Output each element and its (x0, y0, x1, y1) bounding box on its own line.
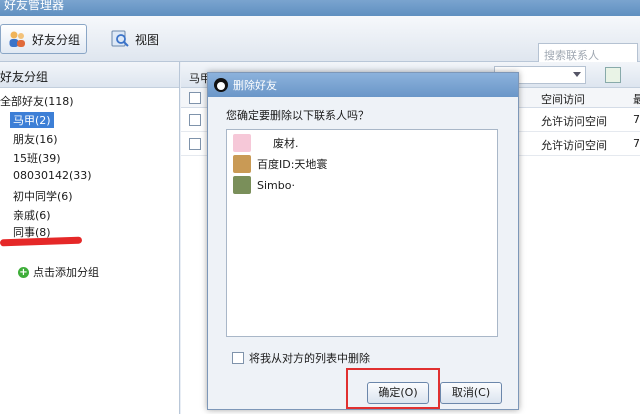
red-strikeout-mark (0, 236, 83, 247)
also-remove-checkbox[interactable] (232, 352, 244, 364)
row-extra: 7 (633, 137, 640, 150)
also-remove-option[interactable]: 将我从对方的列表中删除 (232, 350, 370, 366)
edit-icon[interactable] (605, 67, 621, 83)
group-item-08030142[interactable]: 08030142(33) (13, 169, 92, 182)
list-item[interactable]: Simbo· (233, 176, 295, 194)
contact-list: 废材. 百度ID:天地寰 Simbo· (226, 129, 498, 337)
group-item-class15[interactable]: 15班(39) (13, 150, 61, 166)
row-extra: 7 (633, 113, 640, 126)
plus-icon: + (18, 266, 29, 278)
add-group-link[interactable]: + 点击添加分组 (18, 264, 99, 280)
dialog-title-bar: 删除好友 (208, 73, 518, 97)
delete-friend-dialog: 删除好友 您确定要删除以下联系人吗？ 废材. 百度ID:天地寰 Simbo· 将… (207, 72, 519, 410)
group-item-majia[interactable]: 马甲(2) (10, 112, 54, 128)
toolbar: 好友分组 视图 搜索联系人 (0, 16, 640, 65)
group-panel-header: 好友分组 (0, 62, 179, 88)
window-title: 好友管理器 (4, 0, 65, 12)
qq-penguin-icon (214, 78, 228, 92)
row-access: 允许访问空间 (541, 115, 607, 128)
select-all-checkbox[interactable] (189, 92, 201, 104)
users-icon (7, 29, 27, 49)
row-checkbox[interactable] (189, 138, 201, 150)
row-access: 允许访问空间 (541, 139, 607, 152)
avatar (233, 176, 251, 194)
dialog-title: 删除好友 (233, 79, 277, 92)
cancel-button[interactable]: 取消(C) (440, 382, 502, 404)
group-item-all[interactable]: 全部好友(118) (0, 93, 74, 109)
column-header-more[interactable]: 最 (633, 91, 640, 107)
row-checkbox[interactable] (189, 114, 201, 126)
title-bar: 好友管理器 (0, 0, 640, 16)
chevron-down-icon (573, 72, 581, 77)
list-item[interactable]: 百度ID:天地寰 (233, 155, 327, 173)
column-header-access[interactable]: 空间访问 (541, 91, 585, 107)
group-button-label: 好友分组 (32, 32, 81, 47)
add-group-label: 点击添加分组 (33, 266, 99, 279)
dialog-question: 您确定要删除以下联系人吗？ (226, 109, 369, 122)
avatar (233, 134, 251, 152)
view-button-label: 视图 (135, 32, 160, 47)
group-item-middle-school[interactable]: 初中同学(6) (13, 188, 73, 204)
group-panel: 好友分组 全部好友(118) 马甲(2) 朋友(16) 15班(39) 0803… (0, 62, 180, 414)
contact-name: 百度ID:天地寰 (257, 158, 328, 171)
avatar (233, 155, 251, 173)
contact-name: Simbo· (257, 178, 295, 192)
view-icon (110, 29, 130, 49)
list-item[interactable]: 废材. (233, 134, 299, 152)
view-button[interactable]: 视图 (104, 24, 165, 54)
group-item-relatives[interactable]: 亲戚(6) (13, 207, 51, 223)
group-button[interactable]: 好友分组 (0, 24, 88, 54)
ok-button-highlight (346, 368, 440, 409)
also-remove-label: 将我从对方的列表中删除 (249, 352, 370, 365)
contact-name: 废材. (273, 137, 299, 150)
group-item-friends[interactable]: 朋友(16) (13, 131, 58, 147)
